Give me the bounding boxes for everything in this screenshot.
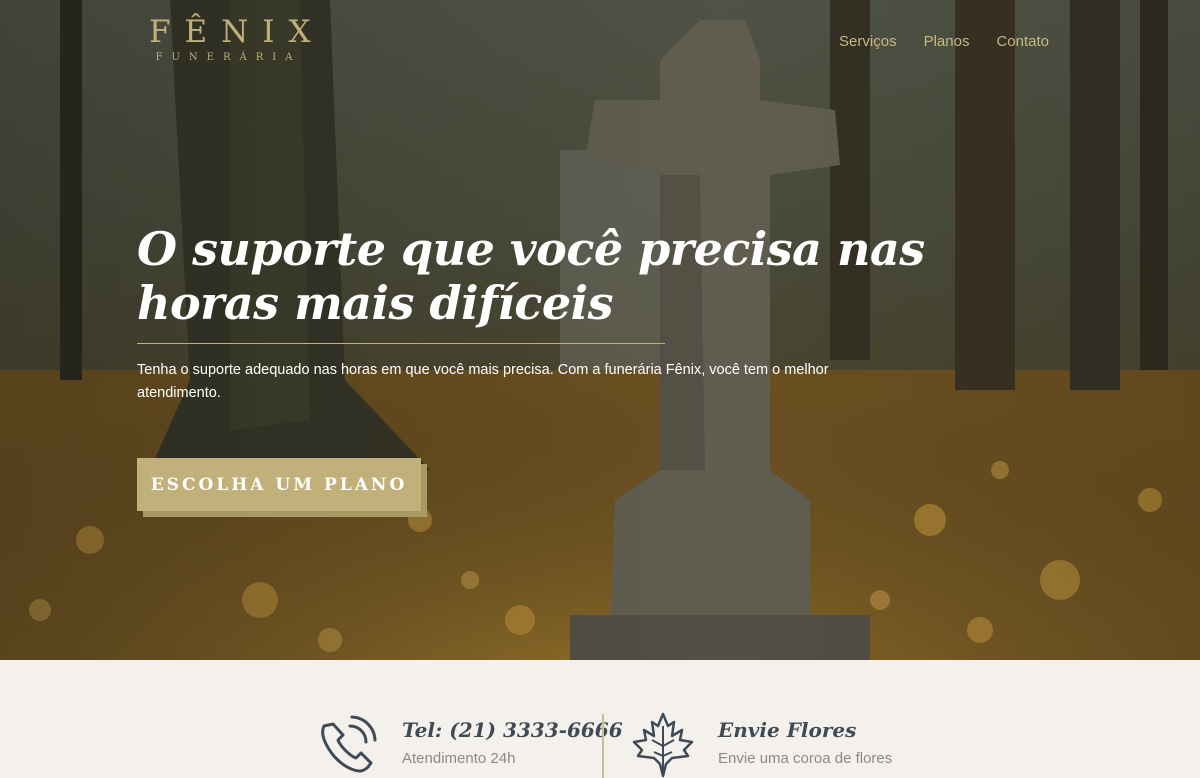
phone-desc: Atendimento 24h (402, 750, 516, 767)
nav-link-servicos[interactable]: Serviços (839, 33, 897, 50)
brand-name: FÊNIX (149, 14, 325, 50)
flowers-title: Envie Flores (718, 718, 857, 742)
hero-headline: O suporte que você precisa nas horas mai… (137, 222, 925, 330)
brand-logo[interactable]: FÊNIX FUNERÁRIA (137, 14, 312, 63)
phone-icon (321, 715, 377, 773)
phone-title: Tel: (21) 3333-6666 (402, 718, 623, 742)
nav-link-contato[interactable]: Contato (996, 33, 1049, 50)
flowers-info[interactable]: Envie Flores Envie uma coroa de flores (630, 712, 892, 778)
flowers-desc: Envie uma coroa de flores (718, 750, 893, 767)
main-nav: Serviços Planos Contato (839, 33, 1049, 50)
hero-section: FÊNIX FUNERÁRIA Serviços Planos Contato … (0, 0, 1200, 660)
maple-leaf-icon (632, 712, 694, 778)
hero-overlay (0, 0, 1200, 660)
phone-info[interactable]: Tel: (21) 3333-6666 Atendimento 24h (314, 712, 623, 778)
nav-link-planos[interactable]: Planos (924, 33, 970, 50)
hero-lead-text: Tenha o suporte adequado nas horas em qu… (137, 362, 829, 401)
contact-info-strip: Tel: (21) 3333-6666 Atendimento 24h Envi… (0, 660, 1200, 778)
info-divider (602, 714, 604, 778)
hero-divider (137, 343, 665, 344)
choose-plan-button[interactable]: ESCOLHA UM PLANO (137, 458, 421, 511)
brand-subtitle: FUNERÁRIA (155, 52, 302, 63)
